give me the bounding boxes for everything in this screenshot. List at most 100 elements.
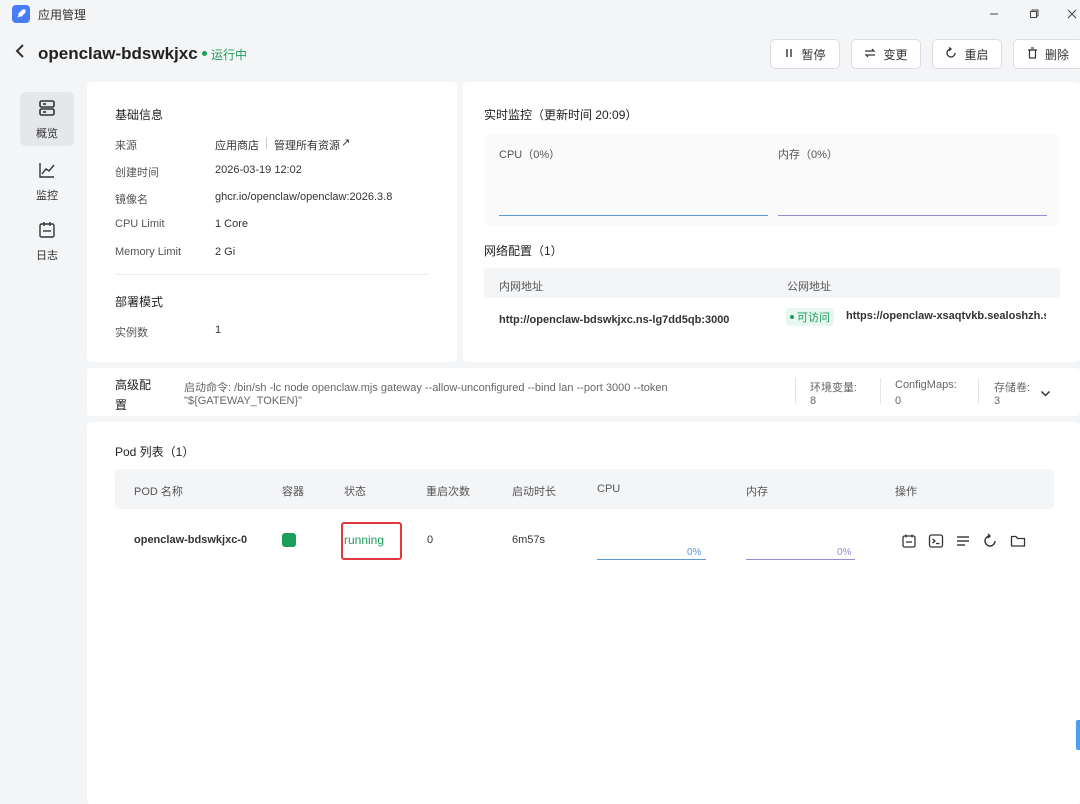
divider [795, 378, 796, 404]
details-list-icon[interactable] [954, 532, 972, 550]
column-header: 操作 [895, 486, 917, 498]
status-badge: 运行中 [211, 48, 248, 62]
sidenav-item-label: 日志 [36, 249, 58, 262]
restart-button[interactable]: 重启 [932, 39, 1002, 69]
divider [880, 378, 881, 404]
change-button[interactable]: 变更 [851, 39, 921, 69]
sidenav-item-label: 概览 [36, 127, 58, 140]
chevron-down-icon[interactable] [1040, 387, 1051, 401]
container-status-square[interactable] [282, 533, 296, 547]
back-chevron-icon[interactable] [14, 42, 26, 65]
network-title: 网络配置（1） [484, 244, 563, 258]
monitor-title: 实时监控（更新时间 20:09） [484, 108, 638, 122]
image-label: 镜像名 [115, 194, 148, 206]
column-header: 状态 [344, 486, 366, 498]
instance-count-label: 实例数 [115, 327, 148, 339]
memory-chart-label: 内存（0%） [778, 149, 838, 161]
memory-percent: 0% [837, 547, 852, 558]
created-time-label: 创建时间 [115, 167, 159, 179]
reachable-label: 可访问 [797, 312, 830, 324]
divider [978, 378, 979, 404]
start-command-cont: "${GATEWAY_TOKEN}" [184, 395, 303, 407]
floating-side-tab[interactable] [1076, 720, 1080, 750]
source-value: 应用商店 [215, 140, 259, 152]
cpu-percent: 0% [687, 547, 702, 558]
restart-count: 0 [427, 534, 434, 546]
column-header: 启动时长 [512, 486, 556, 498]
change-button-label: 变更 [883, 47, 908, 62]
memory-limit-label: Memory Limit [115, 246, 182, 258]
start-command: 启动命令: /bin/sh -lc node openclaw.mjs gate… [184, 382, 668, 394]
swap-arrows-icon [864, 47, 876, 61]
memory-sparkline [746, 559, 855, 560]
pause-icon [784, 47, 794, 61]
created-time-value: 2026-03-19 12:02 [215, 164, 302, 176]
cpu-chart-line [499, 215, 768, 216]
terminal-icon[interactable] [927, 532, 945, 550]
network-table-header [484, 268, 1060, 298]
column-header: 内存 [746, 486, 768, 498]
column-header: 重启次数 [426, 486, 470, 498]
pod-status: running [344, 533, 385, 547]
sidenav-item-overview[interactable]: 概览 [20, 92, 74, 146]
status-dot-icon [790, 315, 794, 319]
status-dot-icon [202, 51, 207, 56]
restart-pod-icon[interactable] [981, 532, 999, 550]
column-header: CPU [597, 483, 621, 495]
sidenav-item-monitor[interactable]: 监控 [20, 154, 74, 208]
restore-icon[interactable] [1022, 4, 1046, 24]
memory-chart-line [778, 215, 1047, 216]
deploy-mode-title: 部署模式 [115, 295, 164, 309]
cpu-sparkline [597, 559, 706, 560]
logs-calendar-icon[interactable] [900, 532, 918, 550]
cpu-chart-label: CPU（0%） [499, 149, 561, 161]
external-link-icon[interactable]: ↗ [341, 136, 350, 149]
divider [115, 274, 428, 275]
internal-address-value[interactable]: http://openclaw-bdswkjxc.ns-lg7dd5qb:300… [499, 314, 729, 326]
reachable-badge: 可访问 [786, 308, 834, 326]
calendar-log-icon [37, 220, 57, 243]
basic-info-title: 基础信息 [115, 108, 164, 122]
delete-button[interactable]: 删除 [1013, 39, 1080, 69]
internal-address-header: 内网地址 [499, 281, 543, 293]
app-rocket-icon [12, 5, 30, 23]
public-address-link[interactable]: https://openclaw-xsaqtvkb.sealoshzh.site [846, 310, 1046, 322]
app-name-title: openclaw-bdswkjxc [38, 44, 198, 63]
column-header: POD 名称 [134, 486, 183, 498]
restart-icon [945, 46, 957, 62]
close-icon[interactable] [1060, 4, 1080, 24]
advanced-config-title: 高级配 [115, 378, 152, 392]
instance-count-value: 1 [215, 324, 222, 336]
env-vars-value: 8 [810, 395, 817, 407]
sidenav-item-label: 监控 [36, 189, 58, 202]
public-address-header: 公网地址 [787, 281, 831, 293]
storage-value: 3 [994, 395, 1001, 407]
storage-label: 存储卷: [994, 382, 1031, 394]
trash-icon [1027, 46, 1038, 62]
minimize-icon[interactable] [982, 4, 1006, 24]
advanced-config-title-cont: 置 [115, 398, 128, 412]
pause-button-label: 暂停 [801, 47, 826, 62]
delete-button-label: 删除 [1044, 47, 1069, 62]
image-value: ghcr.io/openclaw/openclaw:2026.3.8 [215, 191, 393, 203]
pause-button[interactable]: 暂停 [770, 39, 840, 69]
pod-name: openclaw-bdswkjxc-0 [134, 534, 248, 546]
chart-line-icon [37, 160, 57, 183]
configmaps-value: 0 [895, 395, 902, 407]
server-icon [37, 98, 57, 121]
window-title: 应用管理 [38, 8, 87, 22]
env-vars-label: 环境变量: [810, 382, 858, 394]
column-header: 容器 [282, 486, 304, 498]
source-label: 来源 [115, 140, 137, 152]
cpu-limit-value: 1 Core [215, 218, 249, 230]
sidenav-item-logs[interactable]: 日志 [20, 214, 74, 268]
divider [266, 137, 267, 149]
configmaps-label: ConfigMaps: [895, 379, 957, 391]
cpu-limit-label: CPU Limit [115, 218, 165, 230]
manage-resources-link[interactable]: 管理所有资源 [274, 137, 340, 153]
restart-button-label: 重启 [964, 47, 989, 62]
monitor-chart-area [484, 134, 1060, 226]
title-bar [0, 0, 1080, 28]
folder-icon[interactable] [1009, 532, 1027, 550]
uptime: 6m57s [512, 534, 546, 546]
